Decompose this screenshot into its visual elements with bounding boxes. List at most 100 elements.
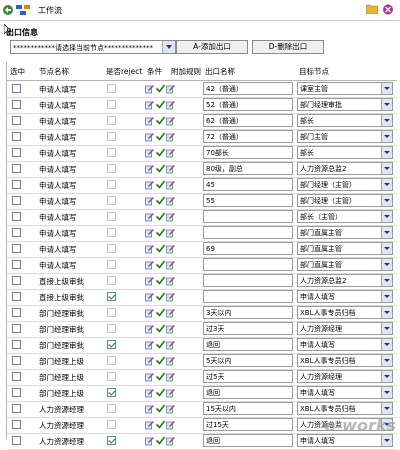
dropdown-arrow-icon[interactable] bbox=[381, 211, 392, 222]
target-node-select[interactable]: 人力资源经理 bbox=[297, 370, 393, 383]
dropdown-arrow-icon[interactable] bbox=[381, 403, 392, 414]
target-node-select[interactable]: 课室主管 bbox=[297, 82, 393, 95]
rule-edit-icon[interactable] bbox=[166, 180, 175, 190]
condition-edit-icon[interactable] bbox=[145, 404, 154, 414]
condition-edit-icon[interactable] bbox=[145, 196, 154, 206]
target-node-select[interactable]: 部长 bbox=[297, 114, 393, 127]
condition-edit-icon[interactable] bbox=[145, 228, 154, 238]
condition-edit-icon[interactable] bbox=[145, 116, 154, 126]
reject-checkbox[interactable] bbox=[107, 244, 116, 253]
reject-checkbox[interactable] bbox=[107, 228, 116, 237]
row-select-checkbox[interactable] bbox=[12, 196, 21, 205]
row-select-checkbox[interactable] bbox=[12, 372, 21, 381]
dropdown-arrow-icon[interactable] bbox=[381, 227, 392, 238]
row-select-checkbox[interactable] bbox=[12, 420, 21, 429]
dropdown-arrow-icon[interactable] bbox=[381, 339, 392, 350]
dropdown-arrow-icon[interactable] bbox=[381, 435, 392, 446]
condition-edit-icon[interactable] bbox=[145, 244, 154, 254]
reject-checkbox[interactable] bbox=[107, 180, 116, 189]
condition-edit-icon[interactable] bbox=[145, 212, 154, 222]
target-node-select[interactable]: 人力资源经理 bbox=[297, 322, 393, 335]
exit-name-input[interactable]: 退回 bbox=[203, 338, 293, 351]
folder-icon[interactable] bbox=[366, 4, 378, 14]
dropdown-arrow-icon[interactable] bbox=[381, 275, 392, 286]
exit-name-input[interactable]: 退回 bbox=[203, 434, 293, 447]
exit-name-input[interactable]: 62（普通） bbox=[203, 114, 293, 127]
rule-edit-icon[interactable] bbox=[166, 324, 175, 334]
rule-edit-icon[interactable] bbox=[166, 148, 175, 158]
dropdown-arrow-icon[interactable] bbox=[381, 147, 392, 158]
row-select-checkbox[interactable] bbox=[12, 100, 21, 109]
target-node-select[interactable]: 人力资源总监2 bbox=[297, 162, 393, 175]
rule-edit-icon[interactable] bbox=[166, 420, 175, 430]
reject-checkbox[interactable] bbox=[107, 212, 116, 221]
target-node-select[interactable]: 申请人填写 bbox=[297, 386, 393, 399]
reject-checkbox[interactable] bbox=[107, 116, 116, 125]
dropdown-arrow-icon[interactable] bbox=[381, 179, 392, 190]
target-node-select[interactable]: 人力资源总监2 bbox=[297, 274, 393, 287]
rule-edit-icon[interactable] bbox=[166, 292, 175, 302]
dropdown-arrow-icon[interactable] bbox=[381, 243, 392, 254]
exit-name-input[interactable]: 过3天 bbox=[203, 322, 293, 335]
exit-name-input[interactable]: 过15天 bbox=[203, 418, 293, 431]
current-node-select[interactable]: ************请选择当前节点************** bbox=[10, 40, 176, 54]
exit-name-input[interactable]: 52（普通） bbox=[203, 98, 293, 111]
rule-edit-icon[interactable] bbox=[166, 212, 175, 222]
condition-edit-icon[interactable] bbox=[145, 340, 154, 350]
add-exit-button[interactable]: A-添加出口 bbox=[176, 40, 248, 54]
row-select-checkbox[interactable] bbox=[12, 244, 21, 253]
dropdown-arrow-icon[interactable] bbox=[381, 387, 392, 398]
rule-edit-icon[interactable] bbox=[166, 228, 175, 238]
condition-edit-icon[interactable] bbox=[145, 100, 154, 110]
exit-name-input[interactable]: 55 bbox=[203, 194, 293, 207]
row-select-checkbox[interactable] bbox=[12, 388, 21, 397]
exit-name-input[interactable]: 退回 bbox=[203, 386, 293, 399]
target-node-select[interactable]: 部门直属主管 bbox=[297, 258, 393, 271]
delete-exit-button[interactable]: D-删除出口 bbox=[252, 40, 324, 54]
condition-edit-icon[interactable] bbox=[145, 276, 154, 286]
target-node-select[interactable]: 部门经理（主管） bbox=[297, 194, 393, 207]
reject-checkbox[interactable] bbox=[107, 356, 116, 365]
condition-edit-icon[interactable] bbox=[145, 308, 154, 318]
reject-checkbox[interactable] bbox=[107, 292, 116, 301]
rule-edit-icon[interactable] bbox=[166, 260, 175, 270]
condition-edit-icon[interactable] bbox=[145, 260, 154, 270]
row-select-checkbox[interactable] bbox=[12, 276, 21, 285]
reject-checkbox[interactable] bbox=[107, 372, 116, 381]
exit-name-input[interactable] bbox=[203, 274, 293, 287]
rule-edit-icon[interactable] bbox=[166, 308, 175, 318]
exit-name-input[interactable]: 45 bbox=[203, 178, 293, 191]
row-select-checkbox[interactable] bbox=[12, 340, 21, 349]
condition-edit-icon[interactable] bbox=[145, 324, 154, 334]
rule-edit-icon[interactable] bbox=[166, 436, 175, 446]
exit-name-input[interactable] bbox=[203, 210, 293, 223]
rule-edit-icon[interactable] bbox=[166, 164, 175, 174]
condition-edit-icon[interactable] bbox=[145, 180, 154, 190]
reject-checkbox[interactable] bbox=[107, 84, 116, 93]
rule-edit-icon[interactable] bbox=[166, 404, 175, 414]
condition-edit-icon[interactable] bbox=[145, 164, 154, 174]
exit-name-input[interactable] bbox=[203, 258, 293, 271]
target-node-select[interactable]: 部门经理（主管） bbox=[297, 178, 393, 191]
exit-name-input[interactable]: 15天以内 bbox=[203, 402, 293, 415]
row-select-checkbox[interactable] bbox=[12, 356, 21, 365]
row-select-checkbox[interactable] bbox=[12, 132, 21, 141]
dropdown-arrow-icon[interactable] bbox=[381, 195, 392, 206]
reject-checkbox[interactable] bbox=[107, 260, 116, 269]
exit-name-input[interactable]: 70部长 bbox=[203, 146, 293, 159]
dropdown-arrow-icon[interactable] bbox=[381, 163, 392, 174]
condition-edit-icon[interactable] bbox=[145, 292, 154, 302]
row-select-checkbox[interactable] bbox=[12, 212, 21, 221]
target-node-select[interactable]: 申请人填写 bbox=[297, 290, 393, 303]
reject-checkbox[interactable] bbox=[107, 324, 116, 333]
row-select-checkbox[interactable] bbox=[12, 292, 21, 301]
condition-edit-icon[interactable] bbox=[145, 148, 154, 158]
condition-edit-icon[interactable] bbox=[145, 84, 154, 94]
reject-checkbox[interactable] bbox=[107, 340, 116, 349]
exit-name-input[interactable]: 3天以内 bbox=[203, 306, 293, 319]
target-node-select[interactable]: XBL人事专员归档 bbox=[297, 354, 393, 367]
rule-edit-icon[interactable] bbox=[166, 100, 175, 110]
condition-edit-icon[interactable] bbox=[145, 388, 154, 398]
target-node-select[interactable]: 部长 bbox=[297, 146, 393, 159]
reject-checkbox[interactable] bbox=[107, 436, 116, 445]
